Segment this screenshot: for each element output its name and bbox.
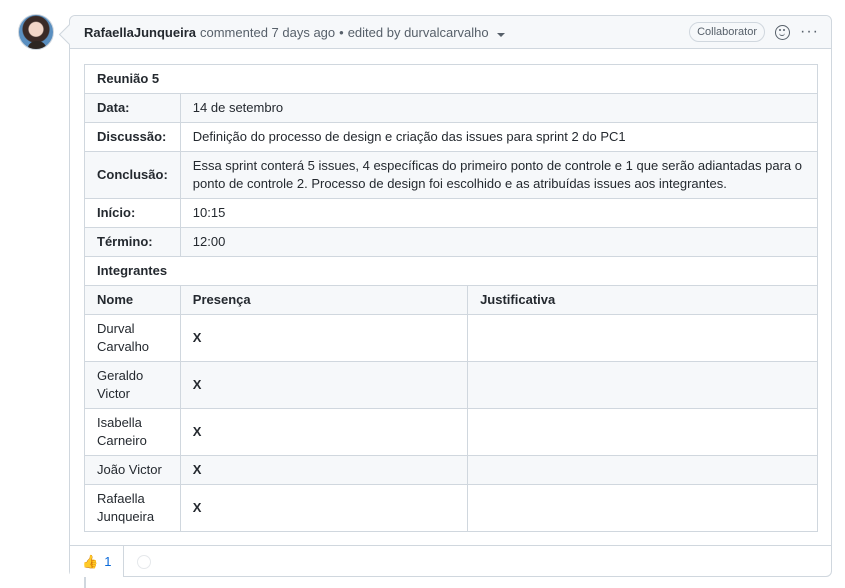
column-header-justification: Justificativa bbox=[467, 285, 818, 315]
reaction-count: 1 bbox=[104, 554, 112, 569]
caret-down-icon[interactable] bbox=[496, 32, 505, 37]
field-label: Discussão: bbox=[84, 122, 181, 152]
member-name: Rafaella Junqueira bbox=[84, 484, 181, 532]
thumbs-up-reaction-button[interactable]: 👍 1 bbox=[70, 546, 125, 577]
field-row-conclusion: Conclusão: Essa sprint conterá 5 issues,… bbox=[84, 151, 819, 199]
field-value: Definição do processo de design e criaçã… bbox=[179, 122, 819, 152]
table-row: João Victor X bbox=[84, 455, 818, 485]
table-row: Rafaella Junqueira X bbox=[84, 484, 818, 532]
smiley-icon[interactable] bbox=[775, 24, 791, 40]
header-actions: Collaborator ··· bbox=[689, 22, 819, 42]
member-presence: X bbox=[179, 455, 469, 485]
field-value: 12:00 bbox=[179, 227, 819, 257]
meeting-table: Reunião 5 Data: 14 de setembro Discussão… bbox=[84, 64, 819, 532]
field-row-end: Término: 12:00 bbox=[84, 227, 819, 257]
field-value: 10:15 bbox=[179, 198, 819, 228]
field-label: Conclusão: bbox=[84, 151, 181, 199]
field-row-discussion: Discussão: Definição do processo de desi… bbox=[84, 122, 819, 152]
meeting-title: Reunião 5 bbox=[84, 64, 818, 94]
reactions-bar: 👍 1 bbox=[70, 545, 831, 577]
add-reaction-button[interactable] bbox=[124, 546, 152, 577]
column-header-name: Nome bbox=[84, 285, 181, 315]
kebab-icon[interactable]: ··· bbox=[800, 24, 819, 40]
member-name: Geraldo Victor bbox=[84, 361, 181, 409]
collaborator-badge: Collaborator bbox=[689, 22, 766, 42]
edited-by-menu[interactable]: edited by durvalcarvalho bbox=[348, 25, 505, 40]
member-justification bbox=[467, 361, 818, 409]
field-label: Início: bbox=[84, 198, 181, 228]
field-row-date: Data: 14 de setembro bbox=[84, 93, 819, 123]
comment-action[interactable]: commented 7 days ago bbox=[200, 25, 335, 40]
member-presence: X bbox=[179, 484, 469, 532]
column-header-presence: Presença bbox=[179, 285, 469, 315]
table-row: Geraldo Victor X bbox=[84, 361, 818, 409]
faded-smiley-icon bbox=[137, 554, 152, 569]
member-justification bbox=[467, 455, 818, 485]
comment-box: RafaellaJunqueira commented 7 days ago •… bbox=[69, 15, 832, 577]
thumbs-up-icon: 👍 bbox=[82, 553, 99, 569]
separator: • bbox=[339, 24, 344, 40]
member-justification bbox=[467, 408, 818, 456]
field-row-start: Início: 10:15 bbox=[84, 198, 819, 228]
field-value: Essa sprint conterá 5 issues, 4 específi… bbox=[179, 151, 819, 199]
member-justification bbox=[467, 484, 818, 532]
field-label: Data: bbox=[84, 93, 181, 123]
author-link[interactable]: RafaellaJunqueira bbox=[84, 25, 196, 40]
field-value: 14 de setembro bbox=[179, 93, 819, 123]
user-avatar[interactable] bbox=[18, 14, 54, 50]
members-header-row: Nome Presença Justificativa bbox=[84, 285, 818, 315]
member-name: Durval Carvalho bbox=[84, 314, 181, 362]
field-label: Término: bbox=[84, 227, 181, 257]
members-heading: Integrantes bbox=[84, 256, 818, 286]
timeline-line bbox=[84, 577, 86, 588]
table-row: Isabella Carneiro X bbox=[84, 408, 818, 456]
member-name: João Victor bbox=[84, 455, 181, 485]
member-presence: X bbox=[179, 361, 469, 409]
member-presence: X bbox=[179, 408, 469, 456]
member-name: Isabella Carneiro bbox=[84, 408, 181, 456]
member-presence: X bbox=[179, 314, 469, 362]
comment-header: RafaellaJunqueira commented 7 days ago •… bbox=[70, 16, 831, 49]
edited-by-text[interactable]: edited by durvalcarvalho bbox=[348, 25, 489, 40]
table-row: Durval Carvalho X bbox=[84, 314, 818, 362]
member-justification bbox=[467, 314, 818, 362]
